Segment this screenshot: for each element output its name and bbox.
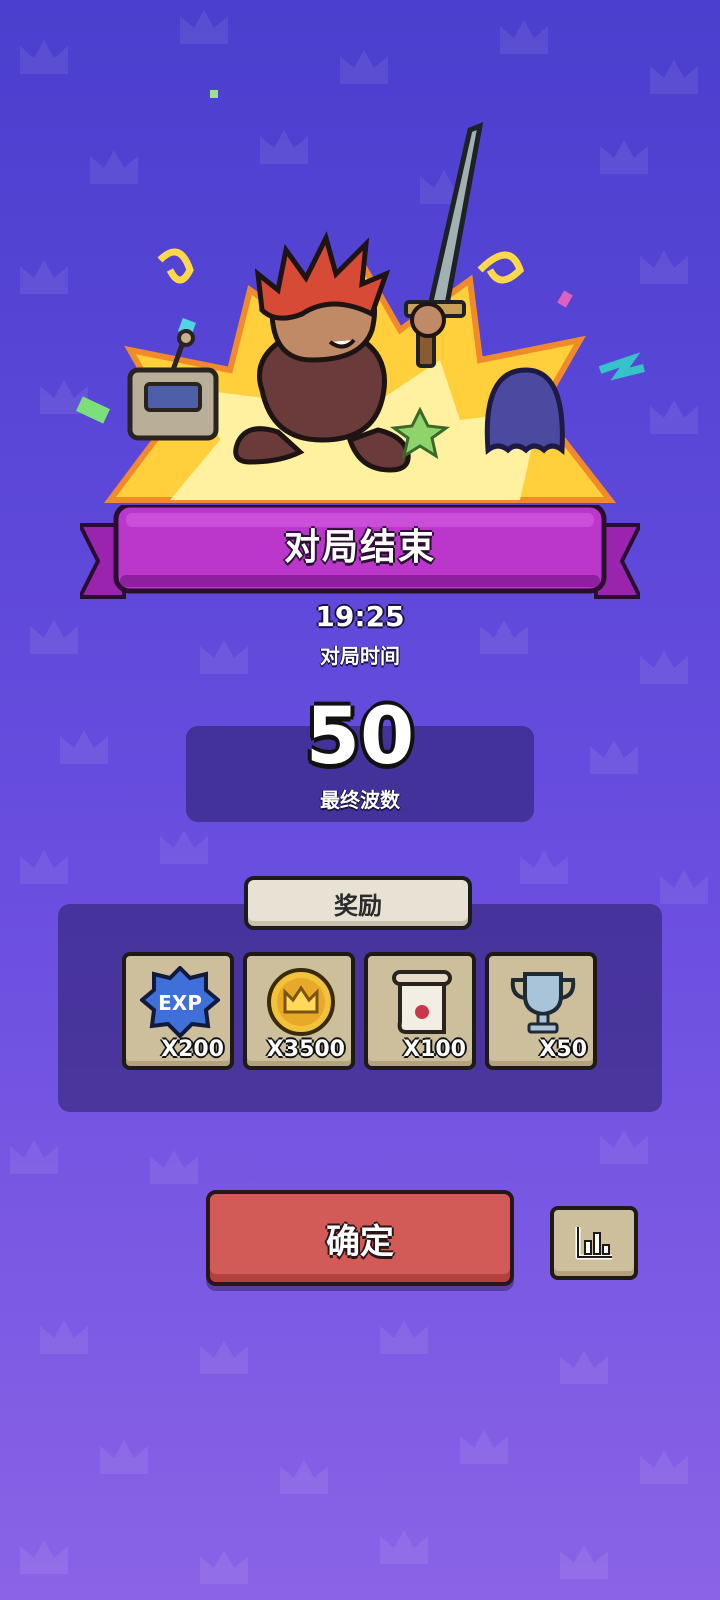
robot-companion [127, 329, 219, 441]
reward-qty-trophy: X50 [539, 1037, 587, 1062]
ghost-companion [484, 367, 565, 456]
confirm-button[interactable]: 确定 [206, 1190, 514, 1286]
reward-qty-exp: X200 [161, 1037, 224, 1062]
match-time-label: 对局时间 [320, 644, 400, 668]
final-wave-value: 50 [305, 692, 415, 782]
reward-qty-gold: X3500 [266, 1037, 345, 1062]
victory-hero-illustration [76, 90, 645, 503]
stats-button[interactable] [550, 1206, 638, 1280]
exp-badge-text: EXP [158, 991, 202, 1015]
reward-qty-scroll: X100 [403, 1037, 466, 1062]
exp-badge-icon: EXP [140, 966, 220, 1039]
reward-item-scroll[interactable]: X100 [364, 952, 476, 1070]
scroll-icon [392, 970, 452, 1034]
reward-item-gold[interactable]: X3500 [243, 952, 355, 1070]
match-time-value: 19:25 [315, 600, 405, 633]
rewards-tab: 奖励 [244, 876, 472, 930]
reward-item-trophy[interactable]: X50 [485, 952, 597, 1070]
bar-chart-icon [575, 1227, 612, 1260]
gold-crown-coin-icon [267, 968, 335, 1036]
silver-trophy-icon [510, 972, 576, 1034]
reward-item-exp[interactable]: EXP X200 [122, 952, 234, 1070]
page-title: 对局结束 [283, 527, 436, 568]
final-wave-label: 最终波数 [320, 788, 400, 812]
